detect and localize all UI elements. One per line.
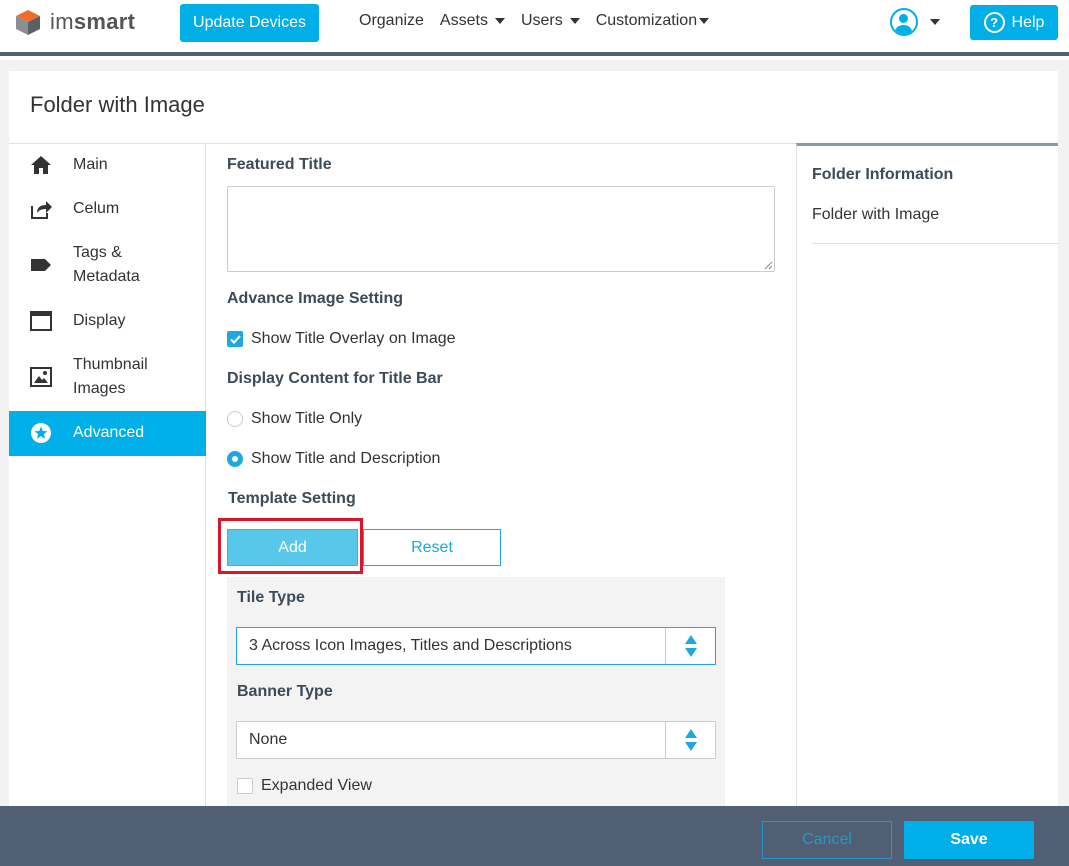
show-title-description-option[interactable]: Show Title and Description — [227, 450, 440, 468]
help-button-label: Help — [1011, 13, 1045, 31]
expanded-view-label: Expanded View — [261, 777, 372, 794]
sidebar-item-thumbnail-images[interactable]: Thumbnail Images — [9, 353, 206, 401]
tag-icon — [29, 253, 53, 277]
show-title-overlay-checkbox[interactable] — [227, 331, 243, 347]
update-devices-button[interactable]: Update Devices — [180, 4, 319, 42]
cancel-button[interactable]: Cancel — [762, 821, 892, 859]
logo-text: imsmart — [50, 9, 135, 35]
logo-prefix: im — [50, 9, 74, 34]
share-icon — [29, 197, 53, 221]
folder-info-divider — [812, 243, 1059, 244]
featured-title-label: Featured Title — [227, 156, 332, 173]
nav-item-assets[interactable]: Assets — [440, 12, 505, 30]
logo[interactable]: imsmart — [14, 8, 135, 36]
question-circle-icon: ? — [983, 12, 1005, 33]
show-title-only-option[interactable]: Show Title Only — [227, 410, 362, 428]
save-button[interactable]: Save — [904, 821, 1034, 859]
show-title-only-label: Show Title Only — [251, 410, 363, 427]
nav-item-users[interactable]: Users — [521, 12, 580, 30]
page-frame: Folder with Image Main Celum Tags & Meta… — [0, 60, 1069, 806]
sidebar-item-label: Thumbnail Images — [73, 356, 148, 397]
window-icon — [29, 309, 53, 333]
sidebar-item-celum[interactable]: Celum — [9, 197, 206, 221]
banner-type-label: Banner Type — [237, 683, 333, 700]
sidebar-item-label: Advanced — [73, 424, 145, 441]
logo-cube-icon — [16, 10, 40, 35]
sidebar-item-label: Celum — [73, 200, 120, 217]
expanded-view-option[interactable]: Expanded View — [237, 777, 372, 795]
logo-suffix: smart — [73, 9, 136, 34]
add-template-button[interactable]: Add — [227, 529, 358, 566]
tile-type-value: 3 Across Icon Images, Titles and Descrip… — [249, 637, 572, 654]
sidebar-item-main[interactable]: Main — [9, 153, 206, 177]
tile-type-label: Tile Type — [237, 589, 305, 606]
caret-down-icon — [930, 19, 940, 25]
help-button[interactable]: ? Help — [970, 5, 1058, 40]
page-title: Folder with Image — [30, 92, 205, 117]
show-title-overlay-option[interactable]: Show Title Overlay on Image — [227, 330, 456, 348]
folder-info-title: Folder Information — [812, 166, 954, 183]
folder-info-panel: Folder Information Folder with Image — [796, 143, 1059, 806]
folder-info-value: Folder with Image — [812, 206, 940, 223]
footer-bar: Cancel Save — [0, 806, 1069, 866]
show-title-description-radio[interactable] — [227, 451, 243, 467]
user-avatar-icon — [890, 8, 918, 36]
top-navbar: imsmart Update Devices Organize Assets U… — [0, 0, 1069, 56]
show-title-only-radio[interactable] — [227, 411, 243, 427]
main-nav: Organize Assets Users Customization — [359, 12, 725, 30]
nav-item-customization[interactable]: Customization — [595, 12, 710, 30]
settings-card: Folder with Image Main Celum Tags & Meta… — [9, 71, 1059, 806]
reset-template-button[interactable]: Reset — [363, 529, 501, 566]
home-icon — [29, 153, 53, 177]
show-title-overlay-label: Show Title Overlay on Image — [251, 330, 456, 347]
nav-item-label: Customization — [595, 12, 698, 29]
sidebar-item-advanced[interactable]: Advanced — [9, 411, 206, 456]
sidebar-item-label: Main — [73, 156, 108, 173]
select-arrows-icon — [665, 628, 715, 664]
select-arrows-icon — [665, 722, 715, 758]
expanded-view-checkbox[interactable] — [237, 778, 253, 794]
nav-item-label: Users — [520, 12, 563, 29]
sidebar-item-display[interactable]: Display — [9, 309, 206, 333]
nav-item-organize[interactable]: Organize — [359, 12, 424, 30]
advanced-settings-form: Featured Title Advance Image Setting Sho… — [207, 144, 795, 806]
sidebar-item-label: Display — [73, 312, 126, 329]
show-title-description-label: Show Title and Description — [251, 450, 441, 467]
template-panel: Tile Type 3 Across Icon Images, Titles a… — [227, 577, 725, 806]
title-bar-content-label: Display Content for Title Bar — [227, 370, 443, 387]
tile-type-select[interactable]: 3 Across Icon Images, Titles and Descrip… — [236, 627, 716, 665]
nav-item-label: Organize — [359, 12, 424, 29]
caret-down-icon — [494, 18, 505, 24]
star-icon — [29, 421, 53, 445]
banner-type-select[interactable]: None — [236, 721, 716, 759]
template-setting-label: Template Setting — [228, 490, 356, 507]
settings-sidebar: Main Celum Tags & Metadata Display Thumb… — [9, 144, 206, 806]
checkmark-icon — [229, 334, 241, 344]
caret-down-icon — [569, 18, 580, 24]
image-icon — [29, 365, 53, 389]
advance-image-setting-label: Advance Image Setting — [227, 290, 404, 307]
sidebar-item-label: Tags & Metadata — [73, 244, 140, 285]
resize-grip-icon[interactable] — [764, 261, 773, 270]
caret-down-icon — [699, 18, 710, 24]
nav-item-label: Assets — [439, 12, 488, 29]
banner-type-value: None — [249, 731, 288, 748]
user-menu[interactable] — [890, 8, 940, 36]
featured-title-textarea[interactable] — [227, 186, 775, 272]
sidebar-item-tags-metadata[interactable]: Tags & Metadata — [9, 241, 206, 289]
